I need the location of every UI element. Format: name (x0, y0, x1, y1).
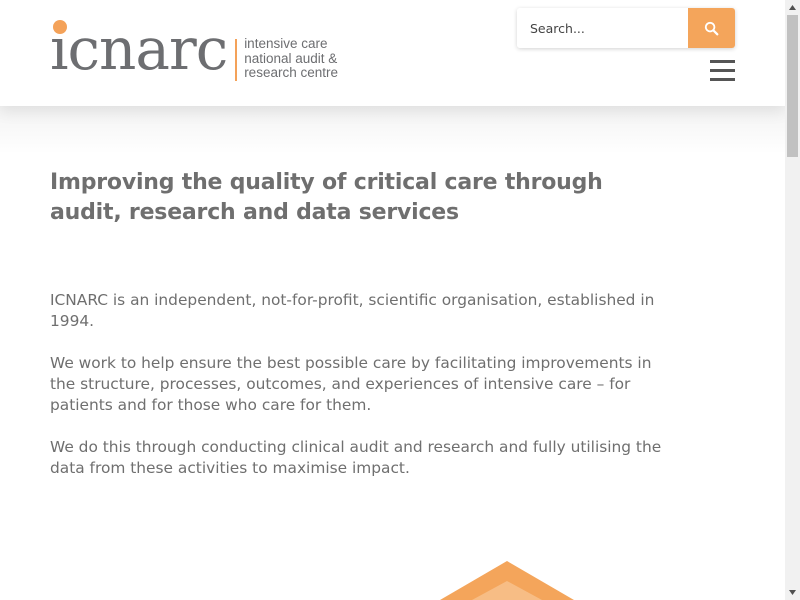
search-icon (704, 21, 719, 35)
vertical-scrollbar[interactable] (785, 0, 800, 600)
header-shadow-band (0, 106, 785, 154)
hamburger-menu-icon[interactable] (710, 60, 736, 82)
logo-tagline: intensive care national audit & research… (244, 36, 338, 81)
search-input[interactable] (517, 8, 688, 48)
scroll-up-arrow-icon[interactable] (785, 0, 800, 15)
logo-divider (235, 39, 238, 81)
icnarc-logo[interactable]: icnarc intensive care national audit & r… (50, 18, 338, 88)
logo-wordmark: icnarc (50, 15, 228, 83)
main-content: Improving the quality of critical care t… (50, 168, 680, 500)
menu-bar (710, 78, 735, 81)
logo-tagline-line-2: national audit & (244, 50, 338, 66)
intro-paragraph: We work to help ensure the best possible… (50, 354, 652, 414)
page-headline: Improving the quality of critical care t… (50, 170, 603, 225)
scrollbar-thumb[interactable] (787, 15, 798, 157)
search-button[interactable] (687, 8, 735, 48)
search-form (517, 8, 735, 48)
logo-tagline-line-1: intensive care (244, 36, 328, 51)
logo-dot (53, 20, 67, 34)
intro-paragraph: ICNARC is an independent, not-for-profit… (50, 291, 655, 330)
decorative-orange-shape (440, 561, 574, 600)
menu-bar (710, 60, 735, 63)
intro-paragraph: We do this through conducting clinical a… (50, 438, 662, 477)
intro-text: ICNARC is an independent, not-for-profit… (50, 290, 680, 479)
scroll-down-arrow-icon[interactable] (785, 585, 800, 600)
logo-tagline-line-3: research centre (244, 65, 338, 80)
menu-bar (710, 69, 735, 72)
page: icnarc intensive care national audit & r… (0, 0, 785, 600)
logo-wordmark-text: icnarc (50, 15, 228, 83)
site-header: icnarc intensive care national audit & r… (0, 0, 785, 106)
